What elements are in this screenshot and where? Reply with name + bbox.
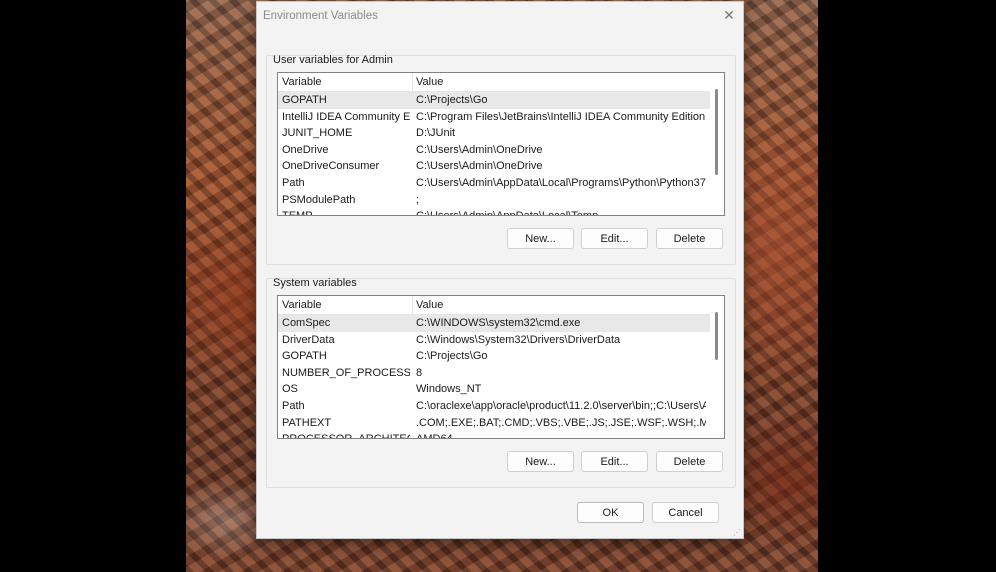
list-header: Variable Value [278, 296, 710, 315]
table-row[interactable]: PROCESSOR_ARCHITECTU... AMD64 [278, 431, 710, 438]
table-row[interactable]: Path C:\Users\Admin\AppData\Local\Program… [278, 175, 710, 192]
variable-name-cell: PROCESSOR_ARCHITECTU... [282, 433, 410, 438]
variable-name-cell: PSModulePath [282, 193, 356, 206]
dialog-title: Environment Variables [263, 10, 378, 22]
table-row[interactable]: DriverData C:\Windows\System32\Drivers\Dr… [278, 332, 710, 349]
table-row[interactable]: ComSpec C:\WINDOWS\system32\cmd.exe [278, 315, 710, 332]
column-header-value[interactable]: Value [416, 299, 443, 311]
table-row[interactable]: PATHEXT .COM;.EXE;.BAT;.CMD;.VBS;.VBE;.JS… [278, 415, 710, 432]
system-variables-label: System variables [273, 277, 357, 289]
system-list-scroll-thumb[interactable] [715, 312, 718, 360]
cancel-button[interactable]: Cancel [652, 502, 719, 523]
variable-value-cell: Windows_NT [416, 383, 482, 396]
table-row[interactable]: NUMBER_OF_PROCESSORS 8 [278, 365, 710, 382]
variable-value-cell: C:\Users\Admin\AppData\Local\Programs\Py… [416, 177, 706, 189]
system-delete-button[interactable]: Delete [656, 451, 723, 472]
table-row[interactable]: IntelliJ IDEA Community E... C:\Program F… [278, 109, 710, 126]
table-row[interactable]: Path C:\oraclexe\app\oracle\product\11.2.… [278, 398, 710, 415]
variable-value-cell: C:\Users\Admin\OneDrive [416, 160, 543, 173]
user-delete-button[interactable]: Delete [656, 228, 723, 249]
variable-value-cell: C:\oraclexe\app\oracle\product\11.2.0\se… [416, 400, 706, 412]
table-row[interactable]: OneDriveConsumer C:\Users\Admin\OneDrive [278, 158, 710, 175]
variable-value-cell: ; [416, 193, 420, 206]
variable-value-cell: C:\Program Files\JetBrains\IntelliJ IDEA… [416, 110, 706, 123]
variable-name-cell: GOPATH [282, 350, 327, 363]
variable-name-cell: Path [282, 400, 305, 412]
variable-value-cell: AMD64 [416, 433, 706, 438]
column-header-variable[interactable]: Variable [282, 299, 322, 311]
system-edit-button[interactable]: Edit... [581, 451, 648, 472]
resize-grip-icon[interactable]: ⋰ [733, 529, 741, 537]
variable-value-cell: C:\Projects\Go [416, 94, 488, 106]
variable-name-cell: PATHEXT [282, 416, 332, 429]
variable-value-cell: C:\WINDOWS\system32\cmd.exe [416, 317, 581, 329]
user-new-button[interactable]: New... [507, 228, 574, 249]
variable-name-cell: OneDriveConsumer [282, 160, 380, 173]
user-list-scroll-thumb[interactable] [715, 89, 718, 175]
list-header: Variable Value [278, 73, 710, 92]
variable-value-cell: D:\JUnit [416, 127, 456, 140]
variable-name-cell: OS [282, 383, 298, 396]
table-row[interactable]: PSModulePath; [278, 192, 710, 209]
table-row[interactable]: GOPATH C:\Projects\Go [278, 92, 710, 109]
close-icon[interactable]: ✕ [721, 7, 737, 23]
variable-name-cell: Path [282, 177, 305, 189]
variable-value-cell: C:\Windows\System32\Drivers\DriverData [416, 333, 621, 346]
column-header-value[interactable]: Value [416, 76, 443, 88]
table-row[interactable]: GOPATH C:\Projects\Go [278, 348, 710, 365]
column-divider[interactable] [412, 296, 413, 314]
system-variables-group: System variables Variable Value ComSpec C… [266, 277, 736, 488]
table-row[interactable]: OS Windows_NT [278, 381, 710, 398]
title-bar[interactable]: Environment Variables ✕ [257, 2, 743, 30]
user-variables-group: User variables for Admin Variable Value … [266, 54, 736, 265]
variable-name-cell: JUNIT_HOME [282, 127, 353, 140]
user-variables-label: User variables for Admin [273, 54, 393, 66]
table-row[interactable]: TEMP C:\Users\Admin\AppData\Local\Temp [278, 208, 710, 215]
ok-button[interactable]: OK [577, 502, 644, 523]
column-header-variable[interactable]: Variable [282, 76, 322, 88]
variable-name-cell: IntelliJ IDEA Community E... [282, 110, 410, 123]
variable-name-cell: NUMBER_OF_PROCESSORS [282, 366, 410, 379]
variable-value-cell: C:\Projects\Go [416, 350, 488, 363]
variable-name-cell: GOPATH [282, 94, 327, 106]
system-new-button[interactable]: New... [507, 451, 574, 472]
environment-variables-dialog: Environment Variables ✕ User variables f… [256, 1, 744, 539]
variable-name-cell: DriverData [282, 333, 335, 346]
variable-name-cell: TEMP [282, 210, 410, 215]
variable-value-cell: C:\Users\Admin\AppData\Local\Temp [416, 210, 706, 215]
user-edit-button[interactable]: Edit... [581, 228, 648, 249]
variable-name-cell: OneDrive [282, 143, 329, 156]
table-row[interactable]: JUNIT_HOME D:\JUnit [278, 125, 710, 142]
system-variables-list[interactable]: Variable Value ComSpec C:\WINDOWS\system3… [277, 295, 725, 439]
variable-value-cell: C:\Users\Admin\OneDrive [416, 143, 543, 156]
column-divider[interactable] [412, 73, 413, 91]
variable-name-cell: ComSpec [282, 317, 331, 329]
table-row[interactable]: OneDrive C:\Users\Admin\OneDrive [278, 142, 710, 159]
variable-value-cell: .COM;.EXE;.BAT;.CMD;.VBS;.VBE;.JS;.JSE;.… [416, 416, 706, 429]
variable-value-cell: 8 [416, 366, 423, 379]
user-variables-list[interactable]: Variable Value GOPATH C:\Projects\Go Intel… [277, 72, 725, 216]
